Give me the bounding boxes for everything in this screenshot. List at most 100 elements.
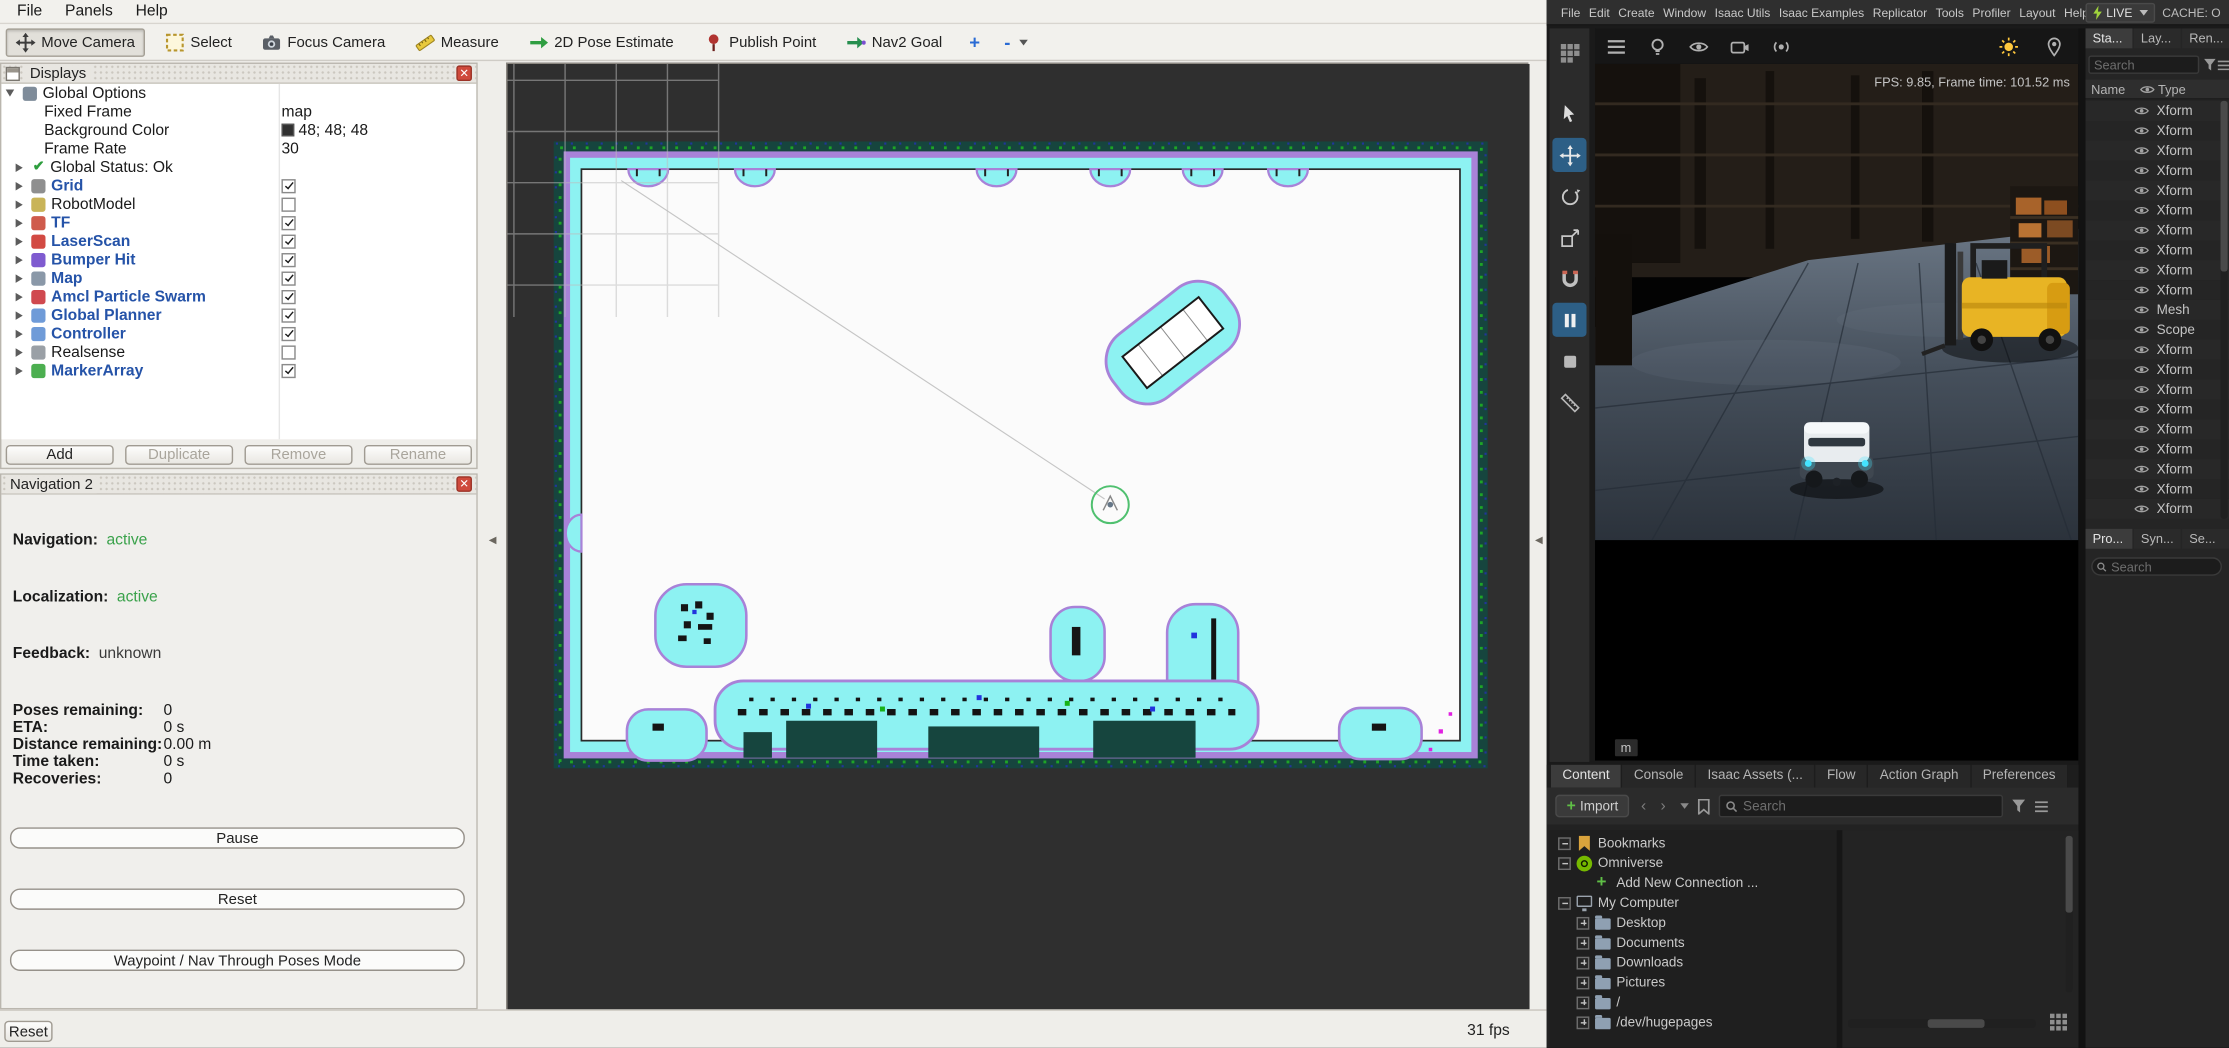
display-item-checkbox[interactable] (281, 215, 295, 229)
display-item-checkbox[interactable] (281, 345, 295, 359)
type-column-header[interactable]: Type (2158, 82, 2186, 96)
display-item-row[interactable]: MarkerArray (1, 361, 476, 379)
eye-icon[interactable] (2134, 404, 2150, 415)
tree-row[interactable]: Bookmarks (1550, 833, 1837, 853)
tree-expander[interactable] (1577, 916, 1590, 929)
expand-arrow-icon[interactable] (16, 348, 23, 357)
display-item-checkbox[interactable] (281, 234, 295, 248)
tree-row[interactable]: Downloads (1550, 952, 1837, 972)
display-item-row[interactable]: Realsense (1, 343, 476, 361)
measure-tool[interactable]: Measure (405, 28, 509, 56)
display-item-row[interactable]: Global Planner (1, 306, 476, 324)
stage-row[interactable]: Xform (2085, 220, 2229, 240)
tree-row[interactable]: Documents (1550, 933, 1837, 953)
panel-splitter[interactable] (2078, 28, 2085, 1047)
location-pin-icon[interactable] (2044, 36, 2064, 56)
expand-arrow-icon[interactable] (16, 181, 23, 190)
nav2-titlebar[interactable]: Navigation 2 ✕ (1, 475, 476, 495)
isaac-menu-item[interactable]: Replicator (1868, 5, 1931, 19)
expand-arrow-icon[interactable] (16, 366, 23, 375)
stage-row[interactable]: Xform (2085, 340, 2229, 360)
display-item-row[interactable]: Controller (1, 324, 476, 342)
reset-button[interactable]: Reset (4, 1021, 52, 1042)
nav-back-button[interactable]: ‹ (1638, 798, 1649, 815)
remove-tool-button[interactable]: - (997, 28, 1034, 56)
tree-row[interactable]: / (1550, 992, 1837, 1012)
isaac-menu-item[interactable]: File (1557, 5, 1585, 19)
property-tab[interactable]: Pro... (2085, 529, 2132, 549)
tool-palette-icon[interactable] (1552, 36, 1586, 70)
isaac-menu-item[interactable]: Isaac Examples (1775, 5, 1869, 19)
tree-row[interactable]: Pictures (1550, 972, 1837, 992)
rotate-tool[interactable] (1552, 179, 1586, 213)
displays-action-button[interactable]: Remove (245, 445, 353, 465)
stage-row[interactable]: Scope (2085, 320, 2229, 340)
files-pane[interactable] (1842, 830, 2078, 1048)
eye-icon[interactable] (2134, 264, 2150, 275)
stage-row[interactable]: Xform (2085, 101, 2229, 121)
display-item-checkbox[interactable] (281, 326, 295, 340)
displays-action-button[interactable]: Duplicate (125, 445, 233, 465)
stage-row[interactable]: Xform (2085, 459, 2229, 479)
filter-icon[interactable] (2203, 58, 2216, 71)
display-item-row[interactable]: Bumper Hit (1, 250, 476, 268)
eye-icon[interactable] (2134, 304, 2150, 315)
displays-action-button[interactable]: Rename (364, 445, 472, 465)
expand-arrow-icon[interactable] (16, 292, 23, 301)
tree-expander[interactable] (1558, 857, 1571, 870)
render-settings-sun-icon[interactable] (1999, 36, 2019, 56)
display-item-row[interactable]: Grid (1, 176, 476, 194)
property-tab[interactable]: Se... (2182, 529, 2229, 549)
stage-tab[interactable]: Lay... (2134, 28, 2181, 48)
stage-row[interactable]: Xform (2085, 260, 2229, 280)
pause-button[interactable] (1552, 303, 1586, 337)
displays-action-button[interactable]: Add (6, 445, 114, 465)
tree-row[interactable]: Omniverse (1550, 853, 1837, 873)
display-item-row[interactable]: Amcl Particle Swarm (1, 287, 476, 305)
tree-expander[interactable] (1577, 976, 1590, 989)
property-search-input[interactable] (2111, 559, 2216, 573)
browser-search[interactable] (1718, 795, 2002, 818)
property-tab[interactable]: Syn... (2134, 529, 2181, 549)
eye-icon[interactable] (2134, 503, 2150, 514)
isaac-menu-item[interactable]: Create (1614, 5, 1659, 19)
eye-icon[interactable] (2134, 284, 2150, 295)
expand-arrow-icon[interactable] (16, 329, 23, 338)
display-item-checkbox[interactable] (281, 308, 295, 322)
nav2-action-button[interactable]: Pause (10, 827, 465, 848)
property-row[interactable]: Frame Rate 30 (1, 139, 476, 157)
eye-icon[interactable] (2134, 384, 2150, 395)
nav2-action-button[interactable]: Waypoint / Nav Through Poses Mode (10, 950, 465, 971)
tree-row[interactable]: Desktop (1550, 913, 1837, 933)
camera-icon[interactable] (1730, 36, 1750, 56)
eye-icon[interactable] (2134, 205, 2150, 216)
tree-expander[interactable] (1558, 896, 1571, 909)
viewport-canvas[interactable] (1595, 64, 2078, 761)
grid-view-icon[interactable] (2050, 1014, 2067, 1031)
property-value[interactable]: 48; 48; 48 (281, 122, 368, 139)
expand-arrow-icon[interactable] (16, 274, 23, 283)
tree-expander[interactable] (1577, 936, 1590, 949)
browser-tab[interactable]: Isaac Assets (... (1696, 765, 1814, 788)
stage-row[interactable]: Mesh (2085, 300, 2229, 320)
expand-arrow-icon[interactable] (16, 218, 23, 227)
stage-row[interactable]: Xform (2085, 121, 2229, 141)
stage-scrollbar[interactable] (2221, 101, 2228, 519)
display-item-checkbox[interactable] (281, 289, 295, 303)
pose-estimate-tool[interactable]: 2D Pose Estimate (519, 28, 684, 56)
browser-tab[interactable]: Flow (1816, 765, 1867, 788)
eye-icon[interactable] (2134, 344, 2150, 355)
property-value[interactable]: map (281, 103, 311, 120)
eye-icon[interactable] (2134, 324, 2150, 335)
stage-row[interactable]: Xform (2085, 439, 2229, 459)
close-icon[interactable]: ✕ (456, 476, 472, 492)
list-options-icon[interactable] (2034, 800, 2048, 813)
eye-icon[interactable] (2134, 245, 2150, 256)
select-tool[interactable] (1552, 97, 1586, 131)
nav-forward-button[interactable]: › (1658, 798, 1669, 815)
expand-arrow-icon[interactable] (16, 163, 23, 172)
import-button[interactable]: +Import (1555, 795, 1629, 818)
add-tool-button[interactable]: + (962, 28, 987, 56)
eye-icon[interactable] (2134, 483, 2150, 494)
eye-icon[interactable] (2134, 424, 2150, 435)
